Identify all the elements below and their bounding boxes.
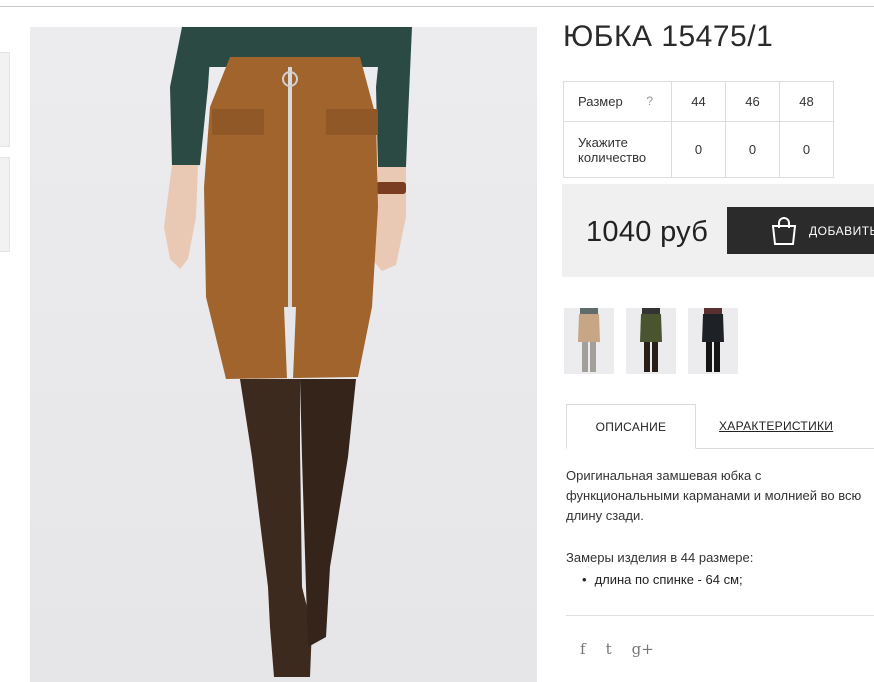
quantity-label: Укажите количество [563, 121, 672, 178]
product-photo-illustration [164, 27, 412, 677]
product-tabs: ОПИСАНИЕ ХАРАКТЕРИСТИКИ [566, 404, 874, 449]
product-main-photo[interactable] [30, 27, 537, 682]
shopping-bag-icon [771, 217, 797, 245]
variant-thumb-beige[interactable] [564, 308, 614, 374]
measure-item: длина по спинке - 64 см; [582, 572, 743, 587]
size-option: 46 [725, 81, 780, 122]
measures-title: Замеры изделия в 44 размере: [566, 550, 754, 565]
variant-thumb-green[interactable] [626, 308, 676, 374]
description-panel: Оригинальная замшевая юбка с функциональ… [566, 466, 866, 538]
size-label-cell: Размер ? [563, 81, 672, 122]
tab-characteristics[interactable]: ХАРАКТЕРИСТИКИ [719, 419, 833, 433]
size-label: Размер [578, 94, 623, 109]
product-title: ЮБКА 15475/1 [563, 20, 774, 53]
social-share: f t g+ [580, 640, 654, 658]
color-variants [564, 308, 738, 374]
gallery-thumb[interactable] [0, 157, 10, 252]
quantity-cell [725, 121, 780, 178]
size-help-icon[interactable]: ? [646, 94, 653, 108]
size-quantity-table: Размер ? 44 46 48 Укажите количество [563, 81, 834, 178]
gallery-thumb[interactable] [0, 52, 10, 147]
quantity-input-44[interactable] [678, 142, 719, 157]
gallery-thumbs-strip [0, 52, 10, 262]
quantity-cell [779, 121, 834, 178]
measures-list: длина по спинке - 64 см; [582, 572, 743, 587]
add-to-cart-button[interactable]: ДОБАВИТЬ [727, 207, 874, 254]
product-price: 1040 руб [586, 216, 709, 248]
quantity-cell [671, 121, 726, 178]
size-option: 48 [779, 81, 834, 122]
facebook-icon[interactable]: f [580, 640, 586, 658]
twitter-icon[interactable]: t [606, 640, 612, 658]
quantity-input-46[interactable] [732, 142, 773, 157]
header-divider [0, 6, 874, 7]
price-box: 1040 руб ДОБАВИТЬ [562, 184, 874, 277]
description-text: Оригинальная замшевая юбка с функциональ… [566, 468, 862, 523]
tab-description[interactable]: ОПИСАНИЕ [566, 404, 696, 449]
quantity-input-48[interactable] [786, 142, 827, 157]
add-to-cart-label: ДОБАВИТЬ [809, 223, 874, 238]
google-plus-icon[interactable]: g+ [632, 640, 654, 658]
share-divider [566, 615, 874, 616]
variant-thumb-black[interactable] [688, 308, 738, 374]
size-option: 44 [671, 81, 726, 122]
